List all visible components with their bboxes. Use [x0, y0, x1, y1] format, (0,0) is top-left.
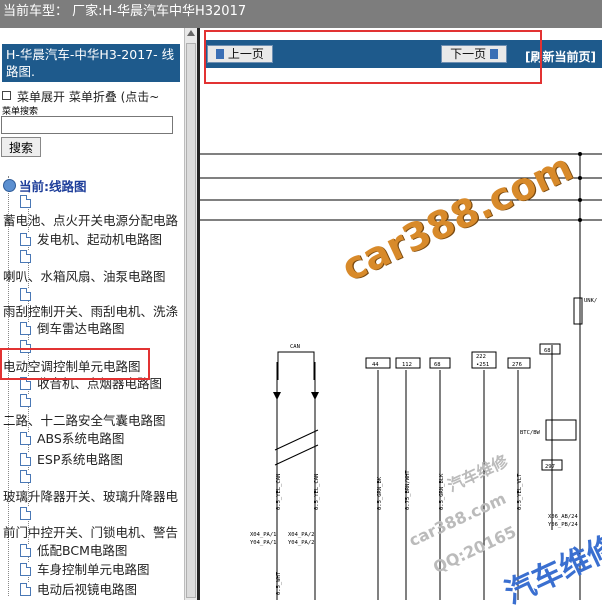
highlight-box [204, 30, 542, 84]
diagram-label: 112 [402, 362, 412, 368]
diagram-label: X04_PA/1 [250, 532, 277, 538]
diagram-label: BTC/BW [520, 430, 541, 436]
diagram-label: 276 [512, 362, 522, 368]
diagram-label: UNK/ [584, 298, 597, 304]
document-icon [20, 250, 31, 263]
menu-toggle-label: 菜单展开 菜单折叠 (点击~ [17, 90, 160, 104]
diagram-label: 44 [372, 362, 379, 368]
tree-doc[interactable] [20, 246, 37, 268]
diagram-label: X04_PA/2 [288, 532, 315, 538]
document-icon [20, 507, 31, 520]
diagram-label: Y06_PB/24 [548, 522, 578, 528]
viewer-pane: 上一页 下一页 [刷新当前页] CAN 44 112 68 222 •251 2… [200, 28, 602, 600]
document-icon [20, 563, 31, 576]
document-icon [20, 195, 31, 208]
diagram-label: •251 [476, 362, 489, 368]
tree-doc[interactable] [20, 390, 37, 412]
search-input[interactable] [1, 116, 173, 134]
document-icon [20, 233, 31, 246]
document-icon [20, 288, 31, 301]
diagram-label: 0.5_YEL_CAN [276, 474, 282, 510]
diagram-label: 297 [545, 464, 555, 470]
diagram-label: 68 [544, 348, 551, 354]
diagram-label: 0.5_WHT [276, 571, 282, 595]
current-model-title: 当前车型： 厂家:H-华晨汽车中华H32017 [3, 4, 247, 19]
diagram-label: 0.5_GRN_BLK [439, 473, 445, 510]
car-model-title: H-华晨汽车-中华H3-2017- 线路图. [2, 44, 180, 82]
document-icon [20, 453, 31, 466]
tree-item[interactable]: ABS系统电路图 [20, 428, 124, 450]
sidebar-scrollbar[interactable] [184, 28, 198, 600]
diagram-label: 0.5_YEL_VLT [517, 473, 523, 510]
document-icon [20, 470, 31, 483]
diagram-label: 0.5_GRN_BK [377, 476, 383, 510]
document-icon [20, 583, 31, 596]
highlight-box [0, 348, 150, 380]
diagram-label: 0.75_BRN/WHT [405, 470, 411, 510]
menu-toggle[interactable]: 菜单展开 菜单折叠 (点击~ [2, 88, 159, 105]
scrollbar-thumb[interactable] [186, 43, 196, 598]
scroll-up-icon[interactable] [187, 30, 195, 36]
tree-current[interactable]: 当前:线路图 [3, 176, 87, 198]
sidebar: H-华晨汽车-中华H3-2017- 线路图. 菜单展开 菜单折叠 (点击~ 菜单… [0, 28, 184, 600]
document-icon [20, 544, 31, 557]
globe-icon [3, 179, 16, 192]
search-button[interactable]: 搜索 [1, 137, 41, 157]
diagram-label: Y04_PA/2 [288, 540, 315, 546]
tree-item[interactable]: 车身控制单元电路图 [20, 559, 150, 581]
diagram-label: 68 [434, 362, 441, 368]
document-icon [20, 394, 31, 407]
top-bar: 当前车型： 厂家:H-华晨汽车中华H32017 [0, 0, 602, 28]
tree-item[interactable]: 电动后视镜电路图 [20, 579, 137, 600]
tree-item[interactable]: 发电机、起动机电路图 [20, 229, 162, 251]
diagram-label: Y04_PA/1 [250, 540, 277, 546]
diagram-label: CAN [290, 344, 300, 350]
diagram-label: X06_AB/24 [548, 514, 578, 520]
document-icon [20, 322, 31, 335]
expand-icon [2, 91, 11, 100]
document-icon [20, 432, 31, 445]
wiring-diagram: CAN 44 112 68 222 •251 276 68 UNK/ BTC/B… [200, 152, 602, 600]
diagram-label: 222 [476, 354, 486, 360]
tree-doc[interactable] [20, 466, 37, 488]
diagram-label: 0.5_YEL_CAN [314, 474, 320, 510]
